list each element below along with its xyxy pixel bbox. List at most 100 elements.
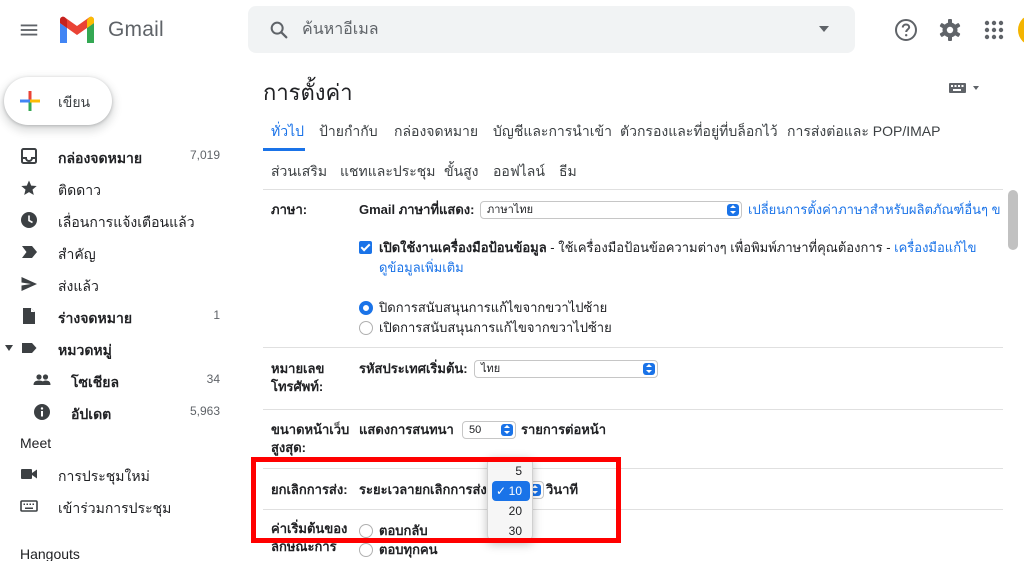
video-icon [21, 469, 37, 479]
keyboard-icon [20, 500, 38, 512]
sidebar-item-label: ส่งแล้ว [58, 278, 99, 294]
country-code-value: ไทย [481, 363, 501, 375]
tab-offline[interactable]: ออฟไลน์ [493, 161, 545, 183]
divider [263, 189, 1003, 190]
compose-plus-icon [20, 91, 40, 111]
meet-section-title: Meet [20, 435, 52, 451]
rtl-on-radio[interactable] [359, 321, 373, 335]
sidebar-item-label: โซเชียล [71, 374, 120, 390]
main-scrollbar[interactable] [1008, 190, 1018, 250]
reply-all-label: ตอบทุกคน [379, 542, 438, 557]
label-important-icon [22, 246, 37, 258]
page-size-label-line-1: ขนาดหน้าเว็บ [271, 422, 350, 437]
tab-general[interactable]: ทั่วไป [271, 121, 304, 143]
input-tools-text: เปิดใช้งานเครื่องมือป้อนข้อมูล - ใช้เครื… [379, 239, 977, 257]
reply-all-radio[interactable] [359, 543, 373, 557]
sidebar-item-drafts[interactable]: ร่างจดหมาย 1 [0, 300, 240, 332]
page-title: การตั้งค่า [263, 80, 353, 105]
sidebar-item-label: หมวดหมู่ [58, 342, 112, 358]
rtl-on-label: เปิดการสนับสนุนการแก้ไขจากขวาไปซ้าย [379, 320, 612, 335]
tab-advanced[interactable]: ขั้นสูง [444, 161, 479, 183]
active-tab-indicator [263, 148, 305, 151]
language-label: ภาษา: [271, 202, 308, 217]
tab-accounts[interactable]: บัญชีและการนำเข้า [493, 121, 612, 143]
phone-label-line-1: หมายเลข [271, 361, 325, 376]
divider [263, 409, 1003, 410]
page-size-label-line-2: สูงสุด: [271, 440, 306, 455]
top-bar: Gmail [0, 0, 1024, 62]
tab-labels[interactable]: ป้ายกำกับ [319, 121, 378, 143]
rtl-off-label: ปิดการสนับสนุนการแก้ไขจากขวาไปซ้าย [379, 300, 608, 315]
brand-name: Gmail [108, 18, 164, 41]
meet-item-label: เข้าร่วมการประชุม [58, 500, 172, 516]
hangouts-section-title: Hangouts [20, 546, 80, 561]
phone-label-line-2: โทรศัพท์: [271, 379, 324, 394]
display-language-label: Gmail ภาษาที่แสดง: [359, 202, 475, 217]
phone-label: หมายเลข โทรศัพท์: [271, 360, 324, 396]
page-size-select[interactable]: 50 [462, 421, 516, 439]
input-tools-desc: - ใช้เครื่องมือป้อนข้อความต่างๆ เพื่อพิม… [546, 240, 895, 255]
send-icon [21, 277, 37, 291]
meet-new-meeting[interactable]: การประชุมใหม่ [0, 458, 240, 490]
account-avatar[interactable] [1018, 14, 1024, 46]
page-size-label: ขนาดหน้าเว็บ สูงสุด: [271, 421, 349, 457]
learn-more-link[interactable]: ดูข้อมูลเพิ่มเติม [379, 259, 464, 277]
sidebar-item-social[interactable]: โซเชียล 34 [0, 364, 240, 396]
sidebar-item-label: สำคัญ [58, 246, 96, 262]
sidebar-item-updates[interactable]: อัปเดต 5,963 [0, 396, 240, 428]
tab-inbox[interactable]: กล่องจดหมาย [394, 121, 478, 143]
sidebar-item-categories[interactable]: หมวดหมู่ [0, 332, 240, 364]
rtl-off-radio[interactable] [359, 301, 373, 315]
divider [263, 347, 1003, 348]
star-icon [21, 180, 37, 195]
sidebar-item-label: กล่องจดหมาย [58, 150, 143, 166]
page-size-suffix: รายการต่อหน้า [521, 422, 607, 437]
page-size-value: 50 [469, 424, 482, 436]
select-caret-icon [727, 204, 739, 216]
people-icon [33, 374, 51, 385]
sidebar-item-count: 1 [213, 308, 220, 322]
display-language-select[interactable]: ภาษาไทย [480, 201, 742, 219]
country-code-select[interactable]: ไทย [474, 360, 658, 378]
search-bar [248, 6, 855, 53]
info-icon [34, 404, 50, 420]
meet-join-meeting[interactable]: เข้าร่วมการประชุม [0, 490, 240, 522]
search-icon[interactable] [268, 19, 290, 41]
tab-addons[interactable]: ส่วนเสริม [271, 161, 327, 183]
inbox-icon [21, 148, 37, 164]
sidebar-item-count: 34 [206, 372, 220, 386]
select-caret-icon [501, 424, 513, 436]
input-tools-link[interactable]: เครื่องมือแก้ไข [894, 240, 976, 255]
sidebar-item-starred[interactable]: ติดดาว [0, 172, 240, 204]
input-tools-checkbox[interactable] [359, 241, 372, 254]
meet-item-label: การประชุมใหม่ [58, 468, 150, 484]
tab-filters[interactable]: ตัวกรองและที่อยู่ที่บล็อกไว้ [620, 121, 778, 143]
settings-gear-icon[interactable] [937, 17, 963, 43]
sidebar-item-count: 5,963 [189, 404, 220, 418]
input-tools-bold: เปิดใช้งานเครื่องมือป้อนข้อมูล [379, 240, 547, 255]
search-options-caret-icon[interactable] [818, 24, 830, 34]
caret-down-icon[interactable] [5, 344, 13, 352]
input-tools-keyboard-icon[interactable] [948, 81, 984, 95]
sidebar-item-inbox[interactable]: กล่องจดหมาย 7,019 [0, 140, 240, 172]
change-language-link[interactable]: เปลี่ยนการตั้งค่าภาษาสำหรับผลิตภัณฑ์อื่น… [748, 201, 1001, 219]
help-icon[interactable] [893, 17, 919, 43]
gmail-logo-icon[interactable] [58, 15, 96, 45]
sidebar-item-sent[interactable]: ส่งแล้ว [0, 268, 240, 300]
google-apps-grid-icon[interactable] [983, 19, 1005, 41]
tab-forwarding[interactable]: การส่งต่อและ POP/IMAP [787, 121, 940, 143]
tab-chat-meet[interactable]: แชทและประชุม [340, 161, 436, 183]
select-caret-icon [643, 363, 655, 375]
sidebar-item-count: 7,019 [189, 148, 220, 162]
sidebar-item-snoozed[interactable]: เลื่อนการแจ้งเตือนแล้ว [0, 204, 240, 236]
sidebar-item-label: ร่างจดหมาย [58, 310, 133, 326]
tab-themes[interactable]: ธีม [559, 161, 577, 183]
search-input[interactable] [302, 6, 802, 53]
sidebar-item-label: ติดดาว [58, 182, 101, 198]
country-code-label: รหัสประเทศเริ่มต้น: [359, 361, 468, 376]
hamburger-menu-icon[interactable] [18, 19, 40, 41]
display-language-value: ภาษาไทย [487, 204, 534, 216]
sidebar-item-important[interactable]: สำคัญ [0, 236, 240, 268]
sidebar-item-label: อัปเดต [71, 406, 112, 422]
compose-button[interactable]: เขียน [4, 77, 112, 125]
